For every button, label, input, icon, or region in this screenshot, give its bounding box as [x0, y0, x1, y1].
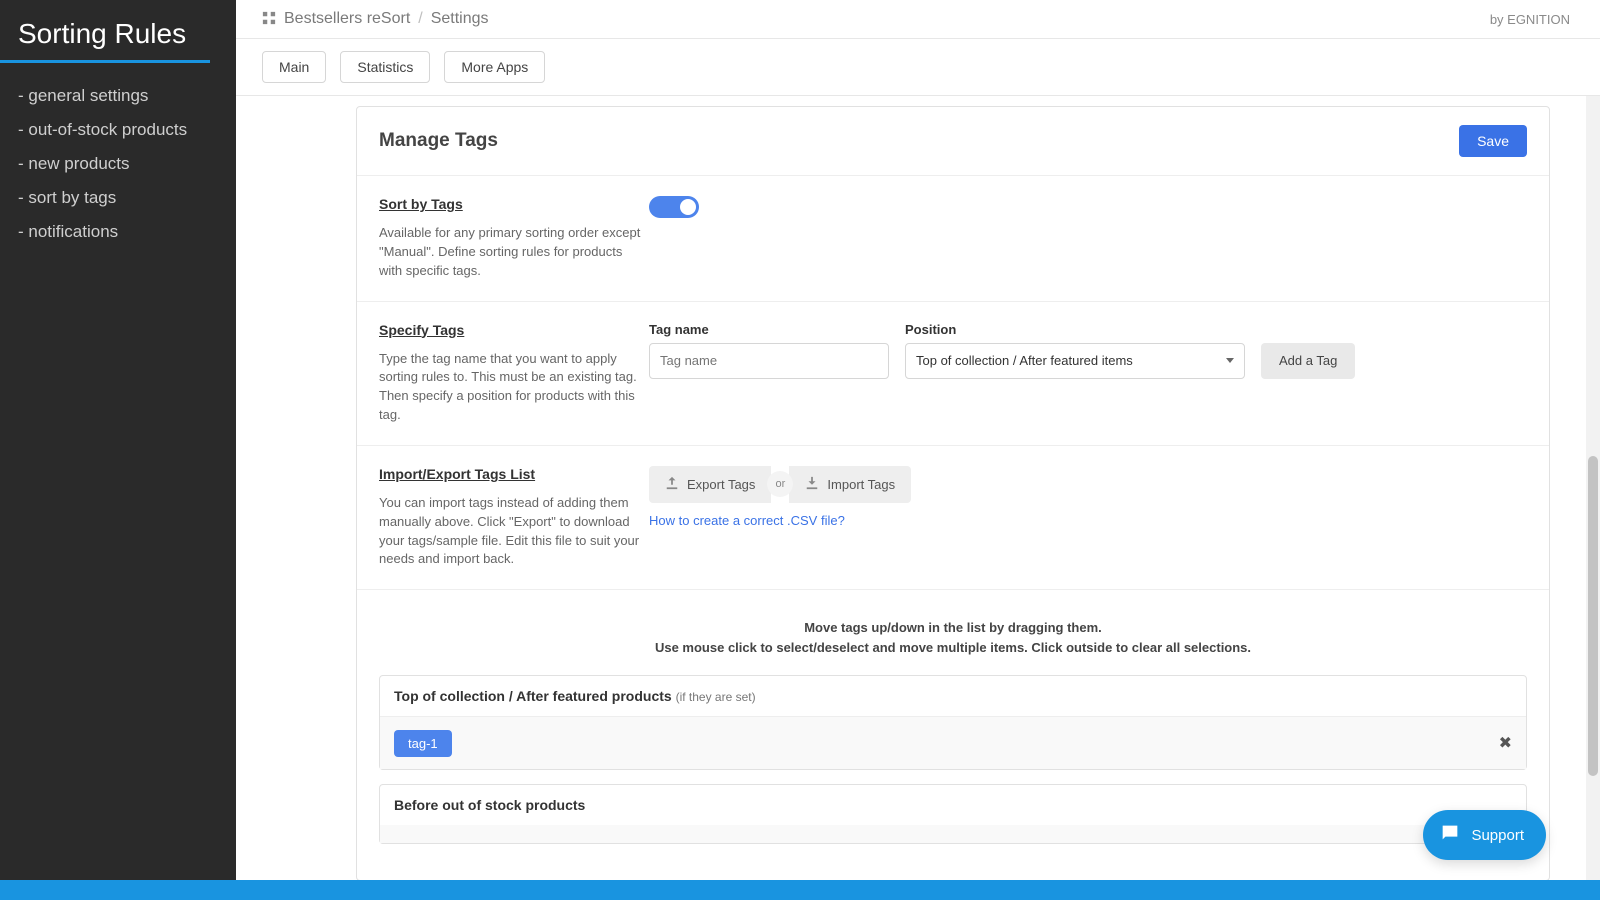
section-left: Sort by Tags Available for any primary s…	[379, 196, 649, 281]
zone-title: Top of collection / After featured produ…	[394, 688, 672, 704]
zones: Top of collection / After featured produ…	[357, 675, 1549, 880]
import-tags-button[interactable]: Import Tags	[789, 466, 911, 503]
tag-name-input[interactable]	[649, 343, 889, 379]
breadcrumb-app-link[interactable]: Bestsellers reSort	[284, 10, 410, 28]
tab-more-apps[interactable]: More Apps	[444, 51, 545, 83]
bottom-progress-bar	[0, 880, 1600, 900]
export-tags-button[interactable]: Export Tags	[649, 466, 771, 503]
zone-top-of-collection: Top of collection / After featured produ…	[379, 675, 1527, 770]
panel-header: Manage Tags Save	[357, 107, 1549, 176]
section-left: Import/Export Tags List You can import t…	[379, 466, 649, 569]
breadcrumb-sep: /	[418, 10, 422, 28]
sidebar: Sorting Rules - general settings - out-o…	[0, 0, 236, 900]
import-label: Import Tags	[827, 477, 895, 492]
section-sort-by-tags: Sort by Tags Available for any primary s…	[357, 176, 1549, 302]
zone-header: Top of collection / After featured produ…	[380, 676, 1526, 717]
zone-subtitle: (if they are set)	[676, 690, 756, 704]
chevron-down-icon	[1226, 358, 1234, 363]
drag-hint: Move tags up/down in the list by draggin…	[357, 590, 1549, 675]
zone-body[interactable]: tag-1 ✖	[380, 717, 1526, 769]
sidebar-item-new-products[interactable]: - new products	[0, 147, 236, 181]
save-button[interactable]: Save	[1459, 125, 1527, 157]
drag-hint-line1: Move tags up/down in the list by draggin…	[357, 618, 1549, 638]
content: Manage Tags Save Sort by Tags Available …	[236, 96, 1586, 900]
close-icon[interactable]: ✖	[1499, 733, 1512, 753]
breadcrumb-current: Settings	[431, 10, 489, 28]
download-icon	[805, 476, 819, 493]
ie-heading: Import/Export Tags List	[379, 466, 649, 482]
position-select[interactable]: Top of collection / After featured items	[905, 343, 1245, 379]
ie-desc: You can import tags instead of adding th…	[379, 494, 649, 569]
section-right: Export Tags or Import Tags How to create…	[649, 466, 1527, 569]
scrollbar-thumb[interactable]	[1588, 456, 1598, 776]
support-label: Support	[1471, 827, 1524, 844]
breadcrumb: Bestsellers reSort / Settings	[262, 10, 489, 28]
sort-by-tags-desc: Available for any primary sorting order …	[379, 224, 649, 281]
chat-icon	[1439, 822, 1461, 848]
manage-tags-panel: Manage Tags Save Sort by Tags Available …	[356, 106, 1550, 881]
sidebar-item-out-of-stock-products[interactable]: - out-of-stock products	[0, 113, 236, 147]
section-import-export: Import/Export Tags List You can import t…	[357, 446, 1549, 590]
section-right: Tag name Position Top of collection / Af…	[649, 322, 1527, 425]
export-label: Export Tags	[687, 477, 755, 492]
section-right	[649, 196, 1527, 281]
specify-heading: Specify Tags	[379, 322, 649, 338]
panel-title: Manage Tags	[379, 130, 498, 152]
sidebar-title: Sorting Rules	[0, 14, 236, 60]
sort-by-tags-toggle[interactable]	[649, 196, 699, 218]
add-tag-button[interactable]: Add a Tag	[1261, 343, 1355, 379]
tag-name-field: Tag name	[649, 322, 889, 379]
zone-before-out-of-stock: Before out of stock products	[379, 784, 1527, 844]
zone-body[interactable]	[380, 825, 1526, 843]
app-icon	[262, 11, 276, 28]
scrollbar-track[interactable]	[1586, 96, 1600, 900]
tab-statistics[interactable]: Statistics	[340, 51, 430, 83]
sidebar-item-sort-by-tags[interactable]: - sort by tags	[0, 181, 236, 215]
drag-hint-line2: Use mouse click to select/deselect and m…	[357, 638, 1549, 658]
upload-icon	[665, 476, 679, 493]
section-specify-tags: Specify Tags Type the tag name that you …	[357, 302, 1549, 446]
sidebar-item-notifications[interactable]: - notifications	[0, 215, 236, 249]
tag-name-label: Tag name	[649, 322, 889, 337]
tag-chip[interactable]: tag-1	[394, 730, 452, 757]
position-select-value: Top of collection / After featured items	[916, 353, 1133, 368]
specify-desc: Type the tag name that you want to apply…	[379, 350, 649, 425]
position-field: Position Top of collection / After featu…	[905, 322, 1245, 379]
sort-by-tags-heading: Sort by Tags	[379, 196, 649, 212]
specify-form-row: Tag name Position Top of collection / Af…	[649, 322, 1527, 379]
zone-title: Before out of stock products	[394, 797, 585, 813]
topbar: Bestsellers reSort / Settings by EGNITIO…	[236, 0, 1600, 39]
support-button[interactable]: Support	[1423, 810, 1546, 860]
tabs-row: Main Statistics More Apps	[236, 39, 1600, 96]
sidebar-title-underline	[0, 60, 210, 63]
sidebar-item-general-settings[interactable]: - general settings	[0, 79, 236, 113]
howto-csv-link[interactable]: How to create a correct .CSV file?	[649, 513, 845, 528]
byline: by EGNITION	[1490, 12, 1570, 27]
position-label: Position	[905, 322, 1245, 337]
scroll-wrap: Manage Tags Save Sort by Tags Available …	[236, 96, 1600, 900]
zone-header: Before out of stock products	[380, 785, 1526, 825]
main: Bestsellers reSort / Settings by EGNITIO…	[236, 0, 1600, 900]
ie-button-row: Export Tags or Import Tags	[649, 466, 1527, 503]
section-left: Specify Tags Type the tag name that you …	[379, 322, 649, 425]
toggle-knob	[680, 199, 696, 215]
sidebar-nav: - general settings - out-of-stock produc…	[0, 79, 236, 249]
tab-main[interactable]: Main	[262, 51, 326, 83]
